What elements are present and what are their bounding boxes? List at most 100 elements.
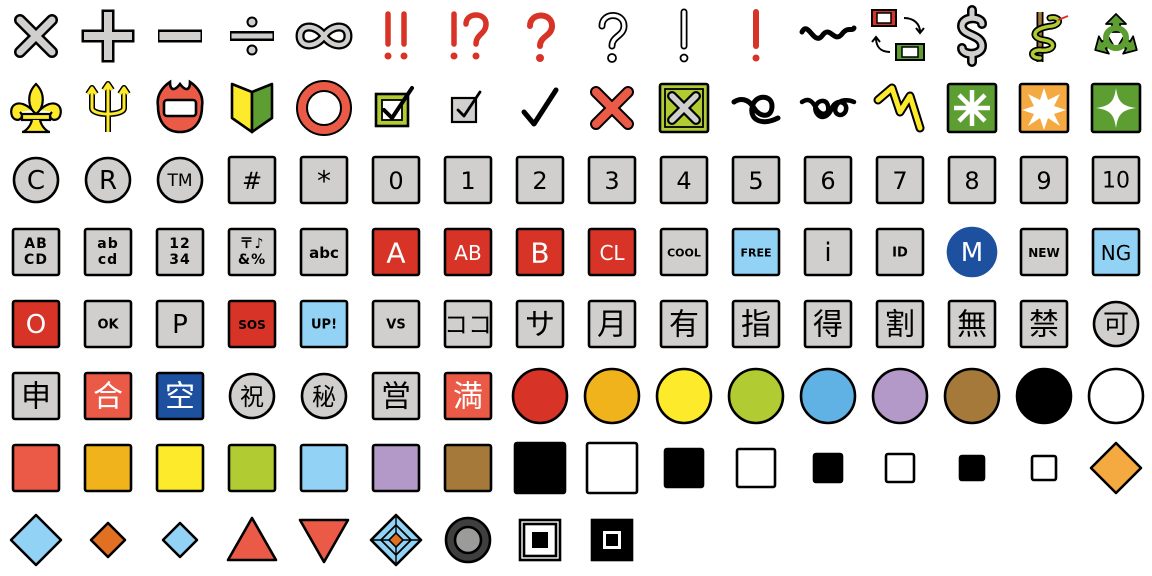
japanese-monthly-amount-icon: 月 [587,299,637,349]
emoji-cell [288,504,360,576]
emoji-label: FREE [740,247,771,260]
keycap-2-icon: 2 [515,155,565,205]
exclamation-question-icon [450,11,489,60]
red-exclamation-icon [752,9,760,62]
emoji-cell: 8 [936,144,1008,216]
minus-icon [158,29,202,43]
cool-button-icon: COOL [659,227,709,277]
cl-button-icon: CL [587,227,637,277]
yellow-circle-icon [655,367,713,425]
emoji-label: 8 [964,167,979,195]
emoji-label: 禁 [1029,308,1059,343]
ng-button-icon: NG [1091,227,1141,277]
emoji-cell [144,0,216,72]
free-button-icon: FREE [731,227,781,277]
emoji-cell: * [288,144,360,216]
emoji-cell: 得 [792,288,864,360]
emoji-cell [504,72,576,144]
emoji-cell: R [72,144,144,216]
emoji-label: ココ [444,311,492,339]
blue-circle-icon [799,367,857,425]
emoji-cell: A [360,216,432,288]
keycap-10-icon: 10 [1091,155,1141,205]
emoji-cell: FREE [720,216,792,288]
emoji-cell: 無 [936,288,1008,360]
input-latin-letters-icon: abc [299,227,349,277]
emoji-label: NG [1101,241,1131,265]
japanese-prohibited-icon: 禁 [1019,299,1069,349]
input-latin-uppercase-icon: ABCD [11,227,61,277]
emoji-label: 〒♪ [240,236,265,252]
keycap-asterisk-icon: * [299,155,349,205]
white-large-square-icon [585,441,639,495]
red-triangle-up-icon [226,516,278,562]
eight-pointed-star-icon [1018,82,1070,134]
black-large-square-icon [513,441,567,495]
emoji-cell [0,504,72,576]
emoji-cell [216,72,288,144]
emoji-cell [72,504,144,576]
emoji-cell [648,0,720,72]
japanese-here-icon: ココ [443,299,493,349]
japanese-bargain-icon: 得 [803,299,853,349]
emoji-cell: 4 [648,144,720,216]
emoji-label: UP! [311,318,337,333]
emoji-cell [864,432,936,504]
emoji-cell: 10 [1080,144,1152,216]
emoji-cell: UP! [288,288,360,360]
emoji-cell [936,72,1008,144]
green-square-icon [227,443,277,493]
emoji-label: M [961,238,983,268]
emoji-cell: 月 [576,288,648,360]
p-button-icon: P [155,299,205,349]
emoji-label: 0 [388,167,403,195]
keycap-6-icon: 6 [803,155,853,205]
emoji-cell [648,360,720,432]
green-circle-icon [727,367,785,425]
infinity-icon [295,22,353,50]
emoji-cell: 禁 [1008,288,1080,360]
orange-circle-icon [583,367,641,425]
trade-mark-icon: TM [156,156,204,204]
white-small-square-icon [1030,454,1058,482]
emoji-cell [1008,0,1080,72]
emoji-cell [288,432,360,504]
emoji-cell [432,432,504,504]
emoji-label: C [27,166,45,196]
japanese-vacancy-icon: 空 [155,371,205,421]
emoji-label: 7 [892,167,907,195]
emoji-cell: サ [504,288,576,360]
emoji-cell [720,360,792,432]
emoji-cell: 3 [576,144,648,216]
b-button-icon: B [515,227,565,277]
emoji-cell [648,432,720,504]
emoji-cell: M [936,216,1008,288]
emoji-cell [648,72,720,144]
keycap-5-icon: 5 [731,155,781,205]
emoji-cell [216,0,288,72]
emoji-cell: C [0,144,72,216]
trident-icon [85,81,131,132]
emoji-label: 1 [460,167,475,195]
brown-square-icon [443,443,493,493]
information-icon: i [803,227,853,277]
small-orange-diamond-icon [89,521,127,559]
emoji-cell [1080,432,1152,504]
japanese-acceptable-icon: 可 [1092,300,1140,348]
emoji-label: TM [166,171,192,191]
new-button-icon: NEW [1019,227,1069,277]
emoji-cell [0,72,72,144]
keycap-9-icon: 9 [1019,155,1069,205]
emoji-label: 空 [165,380,195,415]
divide-icon [230,16,274,56]
emoji-cell [864,0,936,72]
emoji-cell [720,432,792,504]
red-triangle-down-icon [298,518,350,564]
diamond-with-a-dot-icon [369,513,423,567]
emoji-label: 10 [1102,169,1130,194]
emoji-label: COOL [667,247,701,260]
emoji-cell [576,0,648,72]
emoji-label: AB [24,236,48,252]
keycap-8-icon: 8 [947,155,997,205]
emoji-cell [936,360,1008,432]
